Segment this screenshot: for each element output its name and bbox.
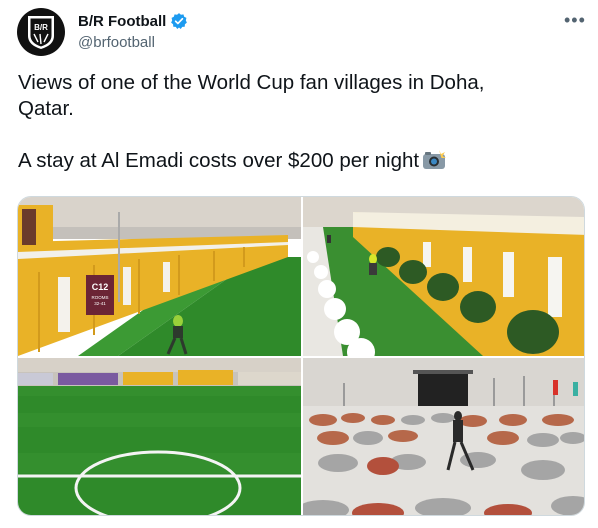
author-handle[interactable]: @brfootball [78,34,155,51]
photo-1-image: C12 ROOMS 32-41 [18,197,301,356]
media-grid: C12 ROOMS 32-41 [17,196,585,516]
photo-4-image [303,358,584,515]
room-sign-label: ROOMS [91,295,108,300]
more-options-icon[interactable]: ••• [564,10,586,31]
room-sign-code: C12 [92,282,109,292]
photo-containers-street[interactable]: C12 ROOMS 32-41 [18,197,301,356]
photo-3-image [18,358,301,515]
room-sign-numbers: 32-41 [94,301,106,306]
photo-container-rows[interactable] [303,197,584,356]
tweet-text: Views of one of the World Cup fan villag… [18,70,578,174]
photo-football-pitch[interactable] [18,358,301,515]
tweet-body: Views of one of the World Cup fan villag… [18,71,485,172]
verified-badge-icon [171,13,188,29]
avatar[interactable]: B/R [17,8,65,56]
photo-beanbag-area[interactable] [303,358,584,515]
svg-text:B/R: B/R [34,23,48,32]
br-logo-icon: B/R [28,16,54,49]
camera-flash-icon [423,150,447,169]
photo-2-image [303,197,584,356]
author-display-name[interactable]: B/R Football [78,13,166,30]
